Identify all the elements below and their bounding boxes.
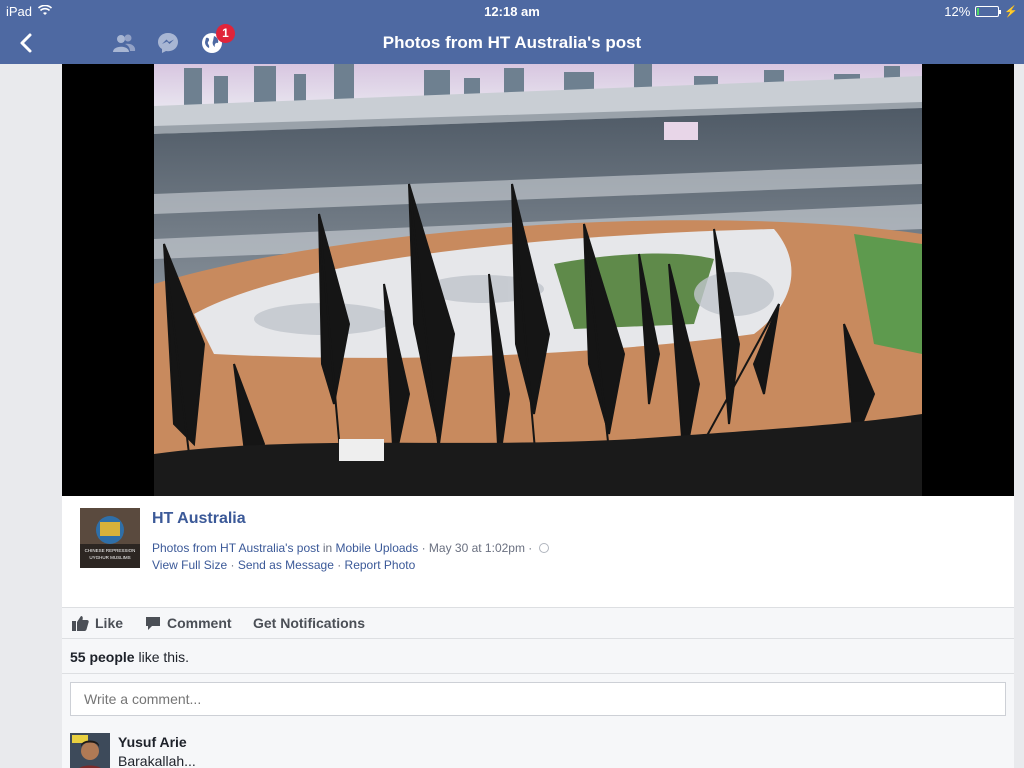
like-label: Like <box>95 615 124 631</box>
thumb-line2: UYGHUR MUSLIMS <box>89 555 130 560</box>
separator: · <box>333 558 345 572</box>
comment-button[interactable]: Comment <box>145 615 232 631</box>
photo-card: CHINESE REPRESSION UYGHUR MUSLIMS HT Aus… <box>62 64 1014 768</box>
photo-options: View Full Size · Send as Message · Repor… <box>152 558 415 572</box>
status-bar: iPad 12:18 am 12% ⚡ <box>0 0 1024 22</box>
like-button[interactable]: Like <box>72 615 123 631</box>
page-avatar[interactable]: CHINESE REPRESSION UYGHUR MUSLIMS <box>80 508 140 568</box>
likes-count-link[interactable]: 55 people <box>70 649 135 665</box>
likes-suffix: like this. <box>138 649 190 665</box>
nav-row: 1 Photos from HT Australia's post <box>0 22 1024 64</box>
separator: · <box>418 541 429 555</box>
separator: · <box>227 558 238 572</box>
separator: · <box>524 541 536 555</box>
album-link[interactable]: Mobile Uploads <box>336 541 419 555</box>
status-right: 12% ⚡ <box>944 4 1018 19</box>
post-meta: CHINESE REPRESSION UYGHUR MUSLIMS HT Aus… <box>62 496 1014 607</box>
post-photo[interactable] <box>154 64 922 496</box>
comment-author[interactable]: Yusuf Arie <box>118 734 187 750</box>
battery-icon <box>975 6 1002 17</box>
top-bar: iPad 12:18 am 12% ⚡ 1 Photos from HT Aus… <box>0 0 1024 64</box>
page-name-link[interactable]: HT Australia <box>152 510 246 528</box>
report-photo-link[interactable]: Report Photo <box>345 558 416 572</box>
comment-label: Comment <box>167 615 232 631</box>
page-avatar-image: CHINESE REPRESSION UYGHUR MUSLIMS <box>80 508 140 568</box>
battery-percent: 12% <box>944 4 971 19</box>
avatar[interactable] <box>70 733 110 768</box>
in-word: in <box>322 541 333 555</box>
send-as-message-link[interactable]: Send as Message <box>238 558 334 572</box>
likes-summary: 55 people like this. <box>62 639 1014 674</box>
album-prefix-link[interactable]: Photos from HT Australia's post <box>152 541 319 555</box>
view-full-size-link[interactable]: View Full Size <box>152 558 227 572</box>
comment-input[interactable] <box>70 682 1006 716</box>
battery-fill <box>977 8 980 15</box>
stadium-photo <box>154 64 922 496</box>
public-privacy-icon <box>538 543 549 553</box>
action-bar: Like Comment Get Notifications <box>62 607 1014 639</box>
thumbs-up-icon <box>72 616 89 631</box>
commenter-avatar-image <box>70 733 110 768</box>
photo-viewer <box>62 64 1014 496</box>
notifications-label: Get Notifications <box>253 615 366 631</box>
comment-icon <box>146 616 160 630</box>
post-date[interactable]: May 30 at 1:02pm <box>429 541 525 555</box>
comments-section: Yusuf Arie Barakallah... <box>62 674 1014 768</box>
thumb-line1: CHINESE REPRESSION <box>85 548 136 553</box>
charging-icon: ⚡ <box>1004 6 1018 18</box>
clock: 12:18 am <box>484 4 540 19</box>
page-title: Photos from HT Australia's post <box>382 33 642 52</box>
comment-text: Barakallah... <box>118 753 196 768</box>
get-notifications-button[interactable]: Get Notifications <box>253 615 365 631</box>
post-source-line: Photos from HT Australia's post in Mobil… <box>152 541 549 555</box>
